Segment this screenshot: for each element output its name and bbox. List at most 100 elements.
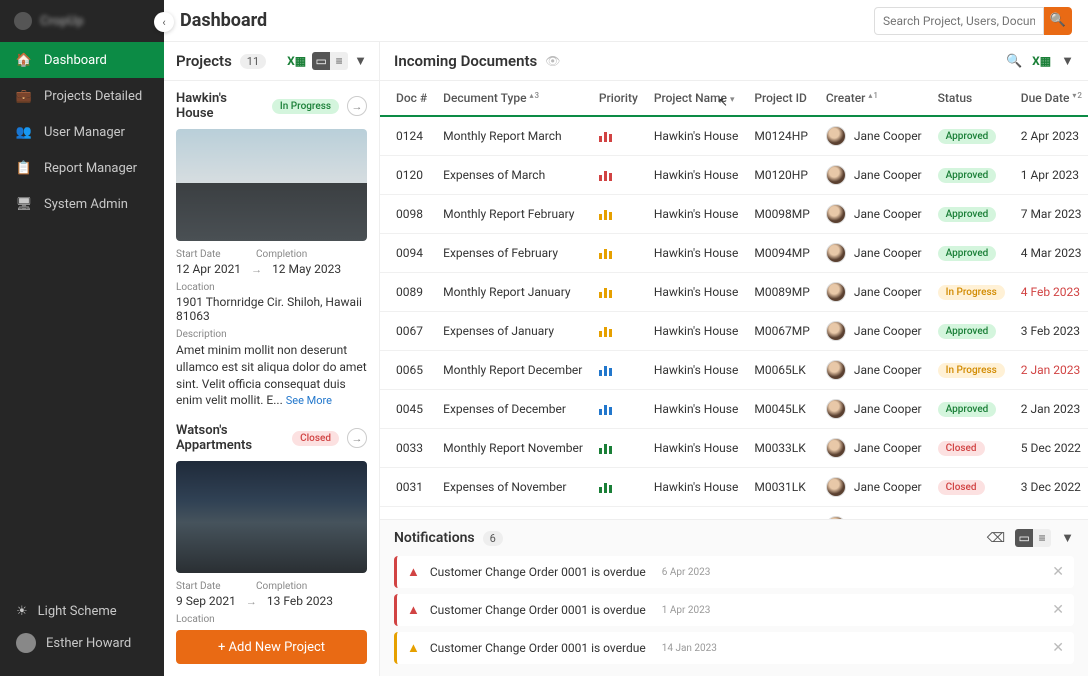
documents-table-wrap[interactable]: Doc # Decument Type▴3 Priority Project N… xyxy=(380,81,1088,519)
close-icon: ✕ xyxy=(1052,564,1064,580)
project-expand-button[interactable]: → xyxy=(347,96,367,116)
col-project[interactable]: Project Name ▾↖ xyxy=(646,81,747,116)
cell-doc: 0033 xyxy=(380,429,435,468)
notification-item[interactable]: ▲Customer Change Order 0001 is overdue14… xyxy=(394,632,1074,664)
theme-toggle[interactable]: ☀ Light Scheme xyxy=(16,597,148,626)
cell-creator: Jane Cooper xyxy=(818,116,930,156)
notif-view-toggle[interactable]: ▭ ≡ xyxy=(1015,529,1051,547)
filter-icon[interactable]: ▼ xyxy=(1061,530,1074,546)
sidebar-item-user-manager[interactable]: 👥User Manager xyxy=(0,114,164,150)
table-row[interactable]: 0031Expenses of NovemberHawkin's HouseM0… xyxy=(380,468,1088,507)
logo-bar: CropUp ‹ xyxy=(0,0,164,42)
project-card[interactable]: Watson's AppartmentsClosed→Start DateCom… xyxy=(176,423,367,622)
notification-item[interactable]: ▲Customer Change Order 0001 is overdue1 … xyxy=(394,594,1074,626)
col-priority[interactable]: Priority xyxy=(591,81,646,116)
table-row[interactable]: 0045Expenses of DecemberHawkin's HouseM0… xyxy=(380,390,1088,429)
cell-project: Hawkin's House xyxy=(646,234,747,273)
priority-bars-icon xyxy=(599,286,638,298)
cell-type: Monthly Report February xyxy=(435,195,591,234)
cell-type: Monthly Report March xyxy=(435,116,591,156)
arrow-right-icon: → xyxy=(251,263,262,276)
priority-bars-icon xyxy=(599,442,638,454)
global-search: 🔍 xyxy=(874,7,1072,35)
col-due[interactable]: Due Date▾2 xyxy=(1013,81,1088,116)
notification-close-button[interactable]: ✕ xyxy=(1052,564,1064,580)
notification-close-button[interactable]: ✕ xyxy=(1052,640,1064,656)
creator-avatar-icon xyxy=(826,204,846,224)
cell-status: Approved xyxy=(930,156,1013,195)
cell-project: Hawkin's House xyxy=(646,273,747,312)
cell-creator: Jane Cooper xyxy=(818,507,930,520)
projects-header: Projects 11 X▦ ▭ ≡ ▼ xyxy=(164,42,379,81)
cell-status: Approved xyxy=(930,507,1013,520)
projects-view-toggle[interactable]: ▭ ≡ xyxy=(312,52,348,70)
table-row[interactable]: 0067Expenses of JanuaryHawkin's HouseM00… xyxy=(380,312,1088,351)
table-row[interactable]: 0089Monthly Report JanuaryHawkin's House… xyxy=(380,273,1088,312)
search-input[interactable] xyxy=(874,7,1044,35)
notifications-list[interactable]: ▲Customer Change Order 0001 is overdue6 … xyxy=(380,556,1088,676)
card-view-icon[interactable]: ▭ xyxy=(312,52,330,70)
table-row[interactable]: 0033Monthly Report NovemberHawkin's Hous… xyxy=(380,429,1088,468)
cell-status: Approved xyxy=(930,116,1013,156)
cell-due: 4 Feb 2023 xyxy=(1013,273,1088,312)
card-view-icon[interactable]: ▭ xyxy=(1015,529,1033,547)
add-project-button[interactable]: + Add New Project xyxy=(176,630,367,664)
notifications-title: Notifications xyxy=(394,530,475,546)
notification-item[interactable]: ▲Customer Change Order 0001 is overdue6 … xyxy=(394,556,1074,588)
broom-icon[interactable]: ⌫ xyxy=(987,531,1005,546)
cell-doc: 0098 xyxy=(380,195,435,234)
projects-list[interactable]: Hawkin's HouseIn Progress→Start DateComp… xyxy=(164,81,379,622)
notification-text: Customer Change Order 0001 is overdue xyxy=(430,603,646,617)
cell-creator: Jane Cooper xyxy=(818,234,930,273)
cell-status: Approved xyxy=(930,234,1013,273)
table-row[interactable]: 0065Monthly Report DecemberHawkin's Hous… xyxy=(380,351,1088,390)
col-doc[interactable]: Doc # xyxy=(380,81,435,116)
project-card[interactable]: Hawkin's HouseIn Progress→Start DateComp… xyxy=(176,91,367,409)
table-row[interactable]: 0120Expenses of MarchHawkin's HouseM0120… xyxy=(380,156,1088,195)
list-view-icon[interactable]: ≡ xyxy=(1033,529,1051,547)
cell-project: Hawkin's House xyxy=(646,156,747,195)
arrow-right-icon: → xyxy=(352,432,363,445)
priority-bars-icon xyxy=(599,403,638,415)
col-creator[interactable]: Creater▴1 xyxy=(818,81,930,116)
project-status-badge: In Progress xyxy=(272,99,339,114)
table-row[interactable]: 0028Monthly Report OctoberHawkin's House… xyxy=(380,507,1088,520)
sidebar-item-system-admin[interactable]: 🖥System Admin xyxy=(0,186,164,222)
cell-type: Expenses of November xyxy=(435,468,591,507)
priority-bars-icon xyxy=(599,247,638,259)
project-expand-button[interactable]: → xyxy=(347,428,367,448)
col-type[interactable]: Decument Type▴3 xyxy=(435,81,591,116)
see-more-link[interactable]: See More xyxy=(286,394,332,407)
project-description: Amet minim mollit non deserunt ullamco e… xyxy=(176,342,367,409)
cell-project: Hawkin's House xyxy=(646,116,747,156)
visibility-off-icon[interactable]: 👁 xyxy=(545,54,560,68)
search-button[interactable]: 🔍 xyxy=(1044,7,1072,35)
nav-label: Dashboard xyxy=(44,53,107,68)
cell-doc: 0124 xyxy=(380,116,435,156)
cell-type: Expenses of January xyxy=(435,312,591,351)
col-pid[interactable]: Project ID xyxy=(746,81,818,116)
sidebar-collapse-button[interactable]: ‹ xyxy=(154,12,174,32)
filter-icon[interactable]: ▼ xyxy=(354,53,367,69)
current-user[interactable]: Esther Howard xyxy=(16,626,148,660)
sidebar-item-dashboard[interactable]: 🏠 Dashboard xyxy=(0,42,164,78)
notification-close-button[interactable]: ✕ xyxy=(1052,602,1064,618)
nav-label: User Manager xyxy=(44,125,125,140)
table-row[interactable]: 0098Monthly Report FebruaryHawkin's Hous… xyxy=(380,195,1088,234)
sidebar-item-report-manager[interactable]: 📋Report Manager xyxy=(0,150,164,186)
export-excel-icon[interactable]: X▦ xyxy=(287,54,306,68)
search-icon[interactable]: 🔍 xyxy=(1006,54,1022,69)
app-name: CropUp xyxy=(40,14,84,29)
list-view-icon[interactable]: ≡ xyxy=(330,52,348,70)
cell-doc: 0031 xyxy=(380,468,435,507)
cell-priority xyxy=(591,429,646,468)
warning-icon: ▲ xyxy=(407,602,420,618)
col-status[interactable]: Status xyxy=(930,81,1013,116)
table-row[interactable]: 0124Monthly Report MarchHawkin's HouseM0… xyxy=(380,116,1088,156)
export-excel-icon[interactable]: X▦ xyxy=(1032,54,1051,68)
sidebar-item-projects-detailed[interactable]: 💼Projects Detailed xyxy=(0,78,164,114)
filter-icon[interactable]: ▼ xyxy=(1061,53,1074,69)
table-row[interactable]: 0094Expenses of FebruaryHawkin's HouseM0… xyxy=(380,234,1088,273)
home-icon: 🏠 xyxy=(16,52,32,68)
sidebar-footer: ☀ Light Scheme Esther Howard xyxy=(0,587,164,676)
